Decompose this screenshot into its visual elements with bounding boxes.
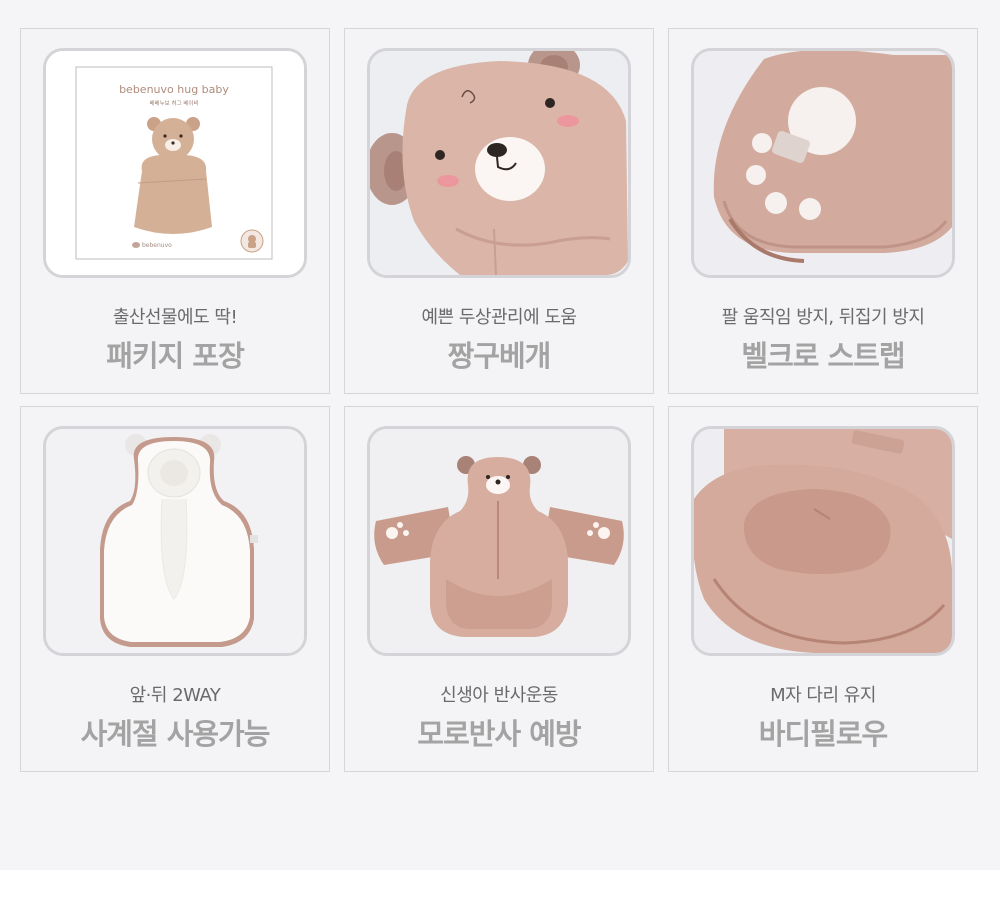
- bear-nose-icon: [487, 143, 507, 157]
- bear-head-pillow-image: [370, 51, 628, 275]
- arm-strap-photo: [367, 426, 631, 656]
- package-box-image: bebenuvo hug baby 베베누보 허그 베이비 bebenuvo: [46, 51, 304, 275]
- velcro-strap-photo: [691, 48, 955, 278]
- card-title: 사계절 사용가능: [80, 717, 271, 751]
- pillow-center-dip: [743, 489, 891, 574]
- card-subtitle: 출산선물에도 딱!: [112, 307, 238, 328]
- feature-card-moro-reflex: 신생아 반사운동 모로반사 예방: [344, 406, 654, 772]
- bear-body: [134, 154, 212, 234]
- feature-card-two-way: 앞·뒤 2WAY 사계절 사용가능: [20, 406, 330, 772]
- card-title: 벨크로 스트랩: [741, 339, 905, 373]
- card-subtitle: 팔 움직임 방지, 뒤집기 방지: [721, 307, 925, 328]
- body-pillow-photo: [691, 426, 955, 656]
- card-title: 바디필로우: [758, 717, 888, 751]
- card-subtitle: M자 다리 유지: [770, 685, 876, 706]
- card-title: 패키지 포장: [106, 339, 245, 373]
- card-subtitle: 신생아 반사운동: [440, 685, 558, 706]
- package-logo-text: bebenuvo: [142, 242, 172, 249]
- reverse-side-photo: [43, 426, 307, 656]
- paw-print-icon: [386, 527, 398, 539]
- white-cushion-image: [46, 429, 304, 653]
- feature-grid: bebenuvo hug baby 베베누보 허그 베이비 bebenuvo 출…: [20, 28, 978, 772]
- card-title: 모로반사 예방: [417, 717, 581, 751]
- head-pillow-photo: [367, 48, 631, 278]
- body-pillow-image: [694, 429, 952, 653]
- bebenuvo-logo-icon: [132, 242, 140, 248]
- page-footer-band: [0, 870, 1000, 908]
- package-brand-ko-text: 베베누보 허그 베이비: [149, 99, 198, 107]
- bear-cheek: [437, 175, 459, 187]
- card-title: 짱구베개: [447, 339, 552, 373]
- bear-eye-icon: [435, 150, 445, 160]
- feature-card-head-pillow: 예쁜 두상관리에 도움 짱구베개: [344, 28, 654, 394]
- feature-card-body-pillow: M자 다리 유지 바디필로우: [668, 406, 978, 772]
- bear-cushion-arms-image: [370, 429, 628, 653]
- package-box-photo: bebenuvo hug baby 베베누보 허그 베이비 bebenuvo: [43, 48, 307, 278]
- card-subtitle: 예쁜 두상관리에 도움: [421, 307, 577, 328]
- feature-card-package: bebenuvo hug baby 베베누보 허그 베이비 bebenuvo 출…: [20, 28, 330, 394]
- velcro-strap-image: [694, 51, 952, 275]
- card-subtitle: 앞·뒤 2WAY: [129, 685, 221, 706]
- feature-card-velcro-strap: 팔 움직임 방지, 뒤집기 방지 벨크로 스트랩: [668, 28, 978, 394]
- package-brand-text: bebenuvo hug baby: [119, 83, 229, 96]
